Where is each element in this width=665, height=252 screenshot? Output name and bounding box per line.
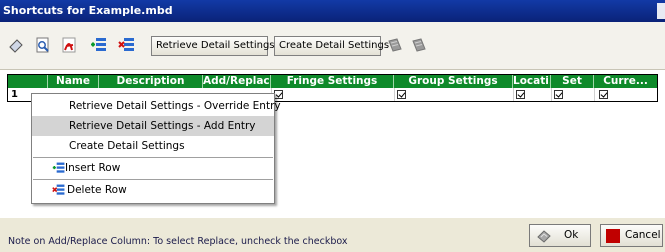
location-checkbox[interactable] [516, 90, 525, 99]
menu-item-retrieve-override[interactable]: Retrieve Detail Settings - Override Entr… [32, 96, 281, 116]
group-settings-checkbox[interactable] [397, 90, 406, 99]
menu-item-insert-row[interactable]: Insert Row [32, 158, 274, 178]
retrieve-detail-settings-button[interactable]: Retrieve Detail Settings [151, 36, 275, 56]
col-header-add-replace[interactable]: Add/Replace [203, 75, 271, 88]
ok-button[interactable]: Ok [529, 224, 591, 247]
cell-divider [394, 88, 395, 101]
col-header-name[interactable]: Name [48, 75, 99, 88]
menu-item-retrieve-add[interactable]: Retrieve Detail Settings - Add Entry [32, 116, 274, 136]
currency-checkbox[interactable] [599, 90, 608, 99]
col-header-fringe-settings[interactable]: Fringe Settings [271, 75, 394, 88]
cancel-button[interactable]: Cancel [600, 224, 663, 247]
search-doc-icon[interactable] [32, 34, 54, 56]
title-bar-edge [657, 3, 665, 19]
toolbar: Retrieve Detail Settings Create Detail S… [0, 22, 665, 70]
col-header-rownum [8, 75, 48, 88]
col-header-group-settings[interactable]: Group Settings [394, 75, 513, 88]
col-header-location[interactable]: Locati... [513, 75, 551, 88]
insert-row-icon[interactable] [88, 34, 110, 56]
delete-row-icon [52, 183, 66, 204]
cancel-label: Cancel [625, 229, 661, 241]
pdf-icon[interactable] [58, 34, 80, 56]
col-header-description[interactable]: Description [99, 75, 203, 88]
context-menu: Retrieve Detail Settings - Override Entr… [31, 93, 281, 204]
status-bar: Note on Add/Replace Column: To select Re… [0, 217, 665, 250]
menu-item-create-detail-settings[interactable]: Create Detail Settings [32, 136, 274, 156]
menu-item-label: Insert Row [65, 162, 121, 174]
cell-divider [594, 88, 595, 101]
menu-item-label: Delete Row [67, 184, 127, 196]
grey-doc-icon[interactable] [408, 34, 430, 56]
add-replace-note: Note on Add/Replace Column: To select Re… [8, 236, 348, 247]
delete-row-icon[interactable] [116, 34, 138, 56]
window-title: Shortcuts for Example.mbd [3, 4, 173, 17]
grey-doc-icon[interactable] [384, 34, 406, 56]
col-header-currency[interactable]: Curre... [594, 75, 657, 88]
cell-divider [551, 88, 552, 101]
col-header-set[interactable]: Set [551, 75, 594, 88]
window-title-bar: Shortcuts for Example.mbd [0, 0, 665, 22]
row-number: 1 [11, 89, 18, 100]
cancel-icon [606, 229, 620, 243]
set-checkbox[interactable] [554, 90, 563, 99]
cell-divider [513, 88, 514, 101]
eraser-icon[interactable] [5, 34, 27, 56]
ok-icon [536, 228, 552, 252]
create-detail-settings-button[interactable]: Create Detail Settings [274, 36, 389, 56]
menu-item-delete-row[interactable]: Delete Row [32, 180, 274, 200]
ok-label: Ok [564, 229, 579, 241]
